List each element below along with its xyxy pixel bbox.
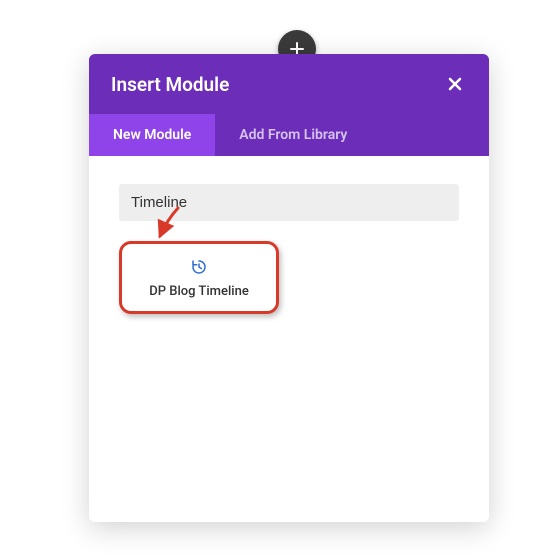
close-button[interactable]: [443, 72, 467, 96]
modal-title: Insert Module: [111, 73, 229, 96]
modal-header: Insert Module: [89, 54, 489, 114]
insert-module-modal: Insert Module New Module Add From Librar…: [89, 54, 489, 522]
search-input[interactable]: [119, 184, 459, 221]
history-icon: [132, 258, 266, 276]
modal-body: DP Blog Timeline: [89, 156, 489, 522]
modal-tabs: New Module Add From Library: [89, 114, 489, 156]
module-card-dp-blog-timeline[interactable]: DP Blog Timeline: [119, 241, 279, 314]
tab-add-from-library[interactable]: Add From Library: [215, 114, 371, 156]
close-icon: [447, 76, 463, 92]
tab-new-module[interactable]: New Module: [89, 114, 215, 156]
module-label: DP Blog Timeline: [132, 284, 266, 299]
